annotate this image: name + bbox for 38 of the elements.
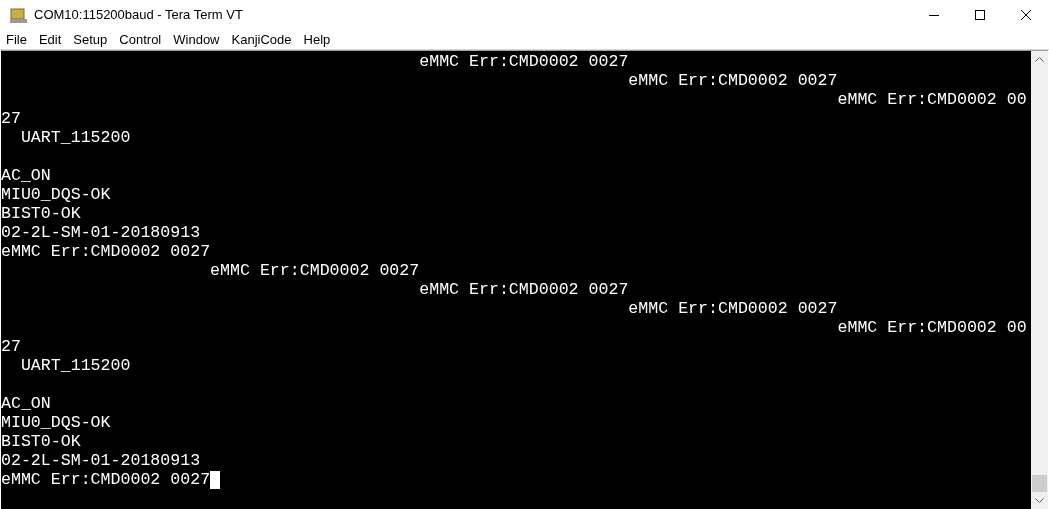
menu-item[interactable]: Edit — [32, 29, 68, 50]
terminal-line: BIST0-OK — [1, 204, 81, 223]
terminal-line: UART_115200 — [19, 128, 131, 147]
terminal-line: 02-2L-SM-01-20180913 — [1, 223, 201, 242]
menu-item[interactable]: File — [0, 29, 33, 50]
menu-item[interactable]: Control — [113, 29, 168, 50]
menu-item[interactable]: Window — [167, 29, 226, 50]
terminal-line: BIST0-OK — [1, 432, 81, 451]
terminal-line: 27 — [1, 337, 21, 356]
terminal-line: UART_115200 — [19, 356, 131, 375]
terminal-line: MIU0_DQS-OK — [1, 413, 111, 432]
scroll-thumb[interactable] — [1032, 475, 1047, 492]
app-icon — [10, 7, 27, 23]
terminal-line: eMMC Err:CMD0002 0027 — [1, 470, 211, 489]
menu-item[interactable]: KanjiCode — [225, 29, 298, 50]
terminal-line: eMMC Err:CMD0002 0027 — [418, 280, 629, 299]
terminal-line: 02-2L-SM-01-20180913 — [1, 451, 201, 470]
terminal-line: eMMC Err:CMD0002 00 — [836, 318, 1027, 337]
terminal-line: eMMC Err:CMD0002 0027 — [1, 242, 211, 261]
maximize-icon — [975, 10, 985, 20]
close-icon — [1021, 10, 1031, 20]
terminal-line: eMMC Err:CMD0002 00 — [836, 90, 1027, 109]
terminal-line: AC_ON — [1, 166, 51, 185]
terminal-line: AC_ON — [1, 394, 51, 413]
terminal-line: MIU0_DQS-OK — [1, 185, 111, 204]
scroll-down-icon[interactable] — [1035, 498, 1044, 503]
terminal-line: eMMC Err:CMD0002 0027 — [209, 261, 420, 280]
terminal-line: eMMC Err:CMD0002 0027 — [627, 299, 838, 318]
terminal-line: 27 — [1, 109, 21, 128]
menu-item[interactable]: Help — [297, 29, 337, 50]
scroll-up-icon[interactable] — [1035, 57, 1044, 62]
terminal-line: eMMC Err:CMD0002 0027 — [627, 71, 838, 90]
menu-item[interactable]: Setup — [67, 29, 114, 50]
window-title: COM10:115200baud - Tera Term VT — [34, 6, 243, 25]
terminal-screen[interactable] — [1, 51, 1031, 509]
scrollbar[interactable] — [1031, 51, 1048, 509]
terminal-line: eMMC Err:CMD0002 0027 — [418, 52, 629, 71]
minimize-icon — [929, 14, 939, 16]
